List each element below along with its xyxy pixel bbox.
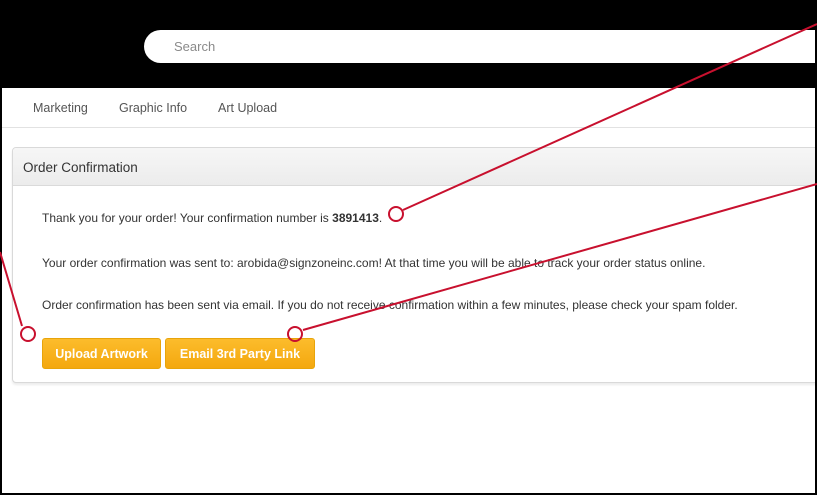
panel-header: Order Confirmation [13, 148, 815, 186]
email-sent-message: Your order confirmation was sent to: aro… [42, 256, 706, 270]
top-header-bar [2, 2, 815, 88]
nav-link-marketing[interactable]: Marketing [33, 101, 88, 115]
panel-title: Order Confirmation [23, 160, 138, 175]
thank-you-period: . [378, 211, 383, 225]
email-3rd-party-link-button[interactable]: Email 3rd Party Link [165, 338, 315, 369]
thank-you-text: Thank you for your order! Your confirmat… [42, 211, 333, 225]
upload-artwork-button[interactable]: Upload Artwork [42, 338, 161, 369]
confirmation-number: 3891413 [332, 211, 379, 225]
nav-link-graphic-info[interactable]: Graphic Info [119, 101, 187, 115]
order-confirmation-panel: Order Confirmation Thank you for your or… [12, 147, 815, 383]
app-window: Marketing Graphic Info Art Upload Order … [0, 0, 817, 495]
search-input[interactable] [144, 30, 815, 63]
thank-you-message: Thank you for your order! Your confirmat… [42, 211, 382, 225]
secondary-navigation: Marketing Graphic Info Art Upload [2, 88, 815, 128]
spam-folder-message: Order confirmation has been sent via ema… [42, 298, 738, 312]
nav-link-art-upload[interactable]: Art Upload [218, 101, 277, 115]
